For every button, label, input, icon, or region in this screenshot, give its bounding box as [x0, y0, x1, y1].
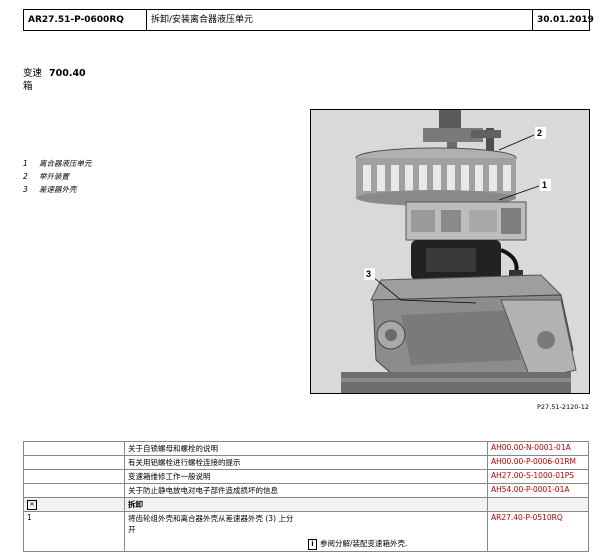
reference-text: 关于防止静电放电对电子部件造成损坏的信息 — [124, 483, 488, 498]
procedure-table: 关于自锁螺母和螺栓的说明 AH00.00-N-0001-01A 有关用铝螺栓进行… — [23, 441, 589, 552]
assembly-number: 700.40 — [49, 68, 86, 79]
step-note: 参阅分解/装配变速箱外壳. — [320, 539, 408, 548]
step-text: 将齿轮组外壳和离合器外壳从差速器外壳 (3) 上分开 — [128, 514, 294, 534]
step-row: 1 将齿轮组外壳和离合器外壳从差速器外壳 (3) 上分开 i 参阅分解/装配变速箱… — [23, 511, 589, 552]
document-title: 拆卸/安装离合器液压单元 — [147, 10, 533, 30]
callout-2: 2 — [537, 128, 542, 138]
section-title: 拆卸 — [124, 497, 488, 512]
assembly-label-cont: 箱 — [23, 81, 33, 92]
document-number: AR27.51-P-0600RQ — [24, 10, 147, 30]
reference-link[interactable]: AH27.00-S-1000-01PS — [487, 469, 589, 484]
reference-link[interactable]: AH00.00-N-0001-01A — [487, 441, 589, 456]
legend-item: 1 离合器液压单元 — [23, 159, 92, 168]
transmission-photo: 2 1 3 — [310, 109, 590, 394]
removal-icon: ✕ — [27, 500, 37, 510]
section-row: ✕ 拆卸 — [23, 497, 589, 512]
legend: 1 离合器液压单元 2 举升装置 3 差速器外壳 — [23, 157, 92, 196]
transmission-illustration: 2 1 3 — [311, 110, 589, 393]
document-header: AR27.51-P-0600RQ 拆卸/安装离合器液压单元 30.01.2019 — [23, 9, 594, 31]
reference-row: 有关用铝螺栓进行螺栓连接的提示 AH00.00-P-0006-01RM — [23, 455, 589, 470]
assembly-info: 变速 700.40 箱 — [23, 67, 86, 93]
reference-row: 关于自锁螺母和螺栓的说明 AH00.00-N-0001-01A — [23, 441, 589, 456]
info-icon: i — [308, 539, 317, 550]
callout-3: 3 — [366, 269, 371, 279]
step-link[interactable]: AR27.40-P-0510RQ — [487, 511, 589, 552]
figure-code: P27.51-2120-12 — [537, 403, 590, 411]
reference-text: 变速箱维修工作一般说明 — [124, 469, 488, 484]
reference-row: 关于防止静电放电对电子部件造成损坏的信息 AH54.00-P-0001-01A — [23, 483, 589, 498]
reference-link[interactable]: AH00.00-P-0006-01RM — [487, 455, 589, 470]
reference-link[interactable]: AH54.00-P-0001-01A — [487, 483, 589, 498]
document-date: 30.01.2019 — [537, 15, 594, 25]
reference-text: 有关用铝螺栓进行螺栓连接的提示 — [124, 455, 488, 470]
step-number: 1 — [23, 511, 125, 552]
reference-text: 关于自锁螺母和螺栓的说明 — [124, 441, 488, 456]
assembly-label: 变速 — [23, 68, 43, 79]
callout-1: 1 — [542, 180, 547, 190]
reference-row: 变速箱维修工作一般说明 AH27.00-S-1000-01PS — [23, 469, 589, 484]
legend-item: 2 举升装置 — [23, 172, 69, 181]
legend-item: 3 差速器外壳 — [23, 185, 77, 194]
